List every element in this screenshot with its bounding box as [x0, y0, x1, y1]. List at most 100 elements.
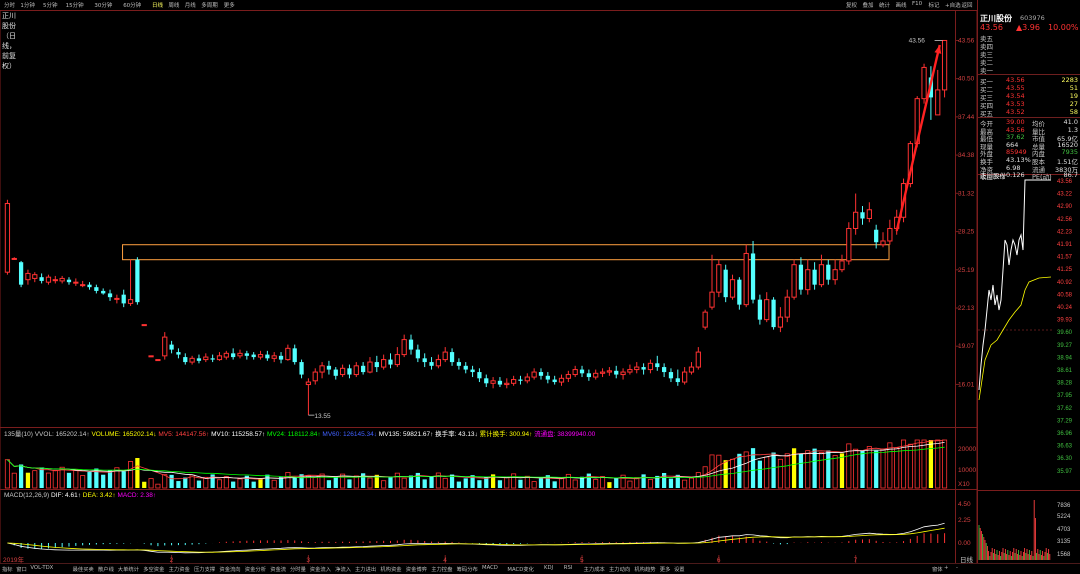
window-control-2[interactable]: - [956, 565, 958, 571]
indicator-tab-15[interactable]: 主力进出 [355, 565, 376, 573]
indicator-tab-27[interactable]: 更多 [660, 565, 671, 573]
candle-body [791, 264, 797, 298]
macd-legend-item: MACD: 2.38↑ [117, 492, 156, 499]
candle-body [558, 377, 565, 383]
price-tick-label: 40.50 [958, 76, 975, 83]
candle [511, 375, 517, 386]
indicator-tab-0[interactable]: 指标 [2, 565, 13, 573]
candle [87, 282, 92, 290]
buy-level-price: 43.54 [1006, 92, 1025, 100]
stock-code: 603976 [1020, 14, 1045, 22]
candle-body [846, 227, 852, 262]
intraday-vol-axis-label: 4703 [1057, 527, 1071, 533]
buy-level-row[interactable]: 买一 43.56 2283 [980, 76, 1078, 86]
candle-body [367, 361, 373, 373]
indicator-tab-6[interactable]: 多空资金 [143, 565, 164, 573]
buy-level-row[interactable]: 买三 43.54 19 [980, 92, 1078, 102]
indicator-tab-23[interactable]: RSI [564, 565, 573, 571]
candle-body [921, 66, 927, 100]
indicator-tab-14[interactable]: 净流入 [335, 565, 351, 573]
indicator-tab-10[interactable]: 资金分析 [245, 565, 266, 573]
main-frame [0, 10, 978, 564]
indicator-tab-9[interactable]: 资金流向 [219, 565, 240, 573]
indicator-tab-25[interactable]: 主力动向 [609, 565, 630, 573]
volume-bar [408, 475, 414, 488]
volume-bar [614, 478, 619, 488]
candle-body [312, 371, 318, 382]
sell-level-row[interactable]: 卖三 [980, 49, 1078, 59]
indicator-tab-20[interactable]: MACD [482, 565, 498, 571]
candle-body [361, 365, 366, 373]
candle-body [866, 209, 872, 220]
candle [101, 288, 106, 295]
indicator-tab-16[interactable]: 机构资金 [380, 565, 401, 573]
candle [435, 354, 441, 369]
quote-panel: 正川股份 603976 43.56 ▲3.96 10.00% 卖五 卖四 卖三 卖二 卖一 买一 43… [978, 13, 1080, 181]
candle [579, 365, 585, 378]
volume-bar [442, 477, 448, 489]
volume-bar [504, 476, 510, 489]
candle-body [798, 264, 804, 290]
indicator-tab-12[interactable]: 分时量 [290, 565, 306, 573]
candle-body [826, 264, 831, 280]
candle-body [59, 277, 65, 282]
sell-level-row[interactable]: 卖一 [980, 65, 1078, 75]
sell-level-row[interactable]: 卖二 [980, 57, 1078, 67]
candle [661, 363, 667, 378]
candle-body [121, 294, 126, 304]
candle-body [401, 339, 407, 356]
candle [169, 340, 174, 354]
indicator-tab-18[interactable]: 主力控盘 [431, 565, 452, 573]
indicator-tab-13[interactable]: 资金流入 [310, 565, 331, 573]
indicator-tab-22[interactable]: KDJ [544, 565, 553, 571]
candle-body [572, 369, 578, 376]
candle [668, 368, 674, 383]
candle-body [101, 290, 106, 294]
buy-level-row[interactable]: 买四 43.53 27 [980, 100, 1078, 110]
candle [442, 347, 448, 363]
window-control-0[interactable]: 窗体 [932, 565, 943, 573]
window-control-1[interactable]: + [944, 565, 948, 571]
candle [798, 257, 804, 295]
candle [401, 334, 407, 358]
candle [353, 362, 359, 378]
buy-level-row[interactable]: 买五 43.52 58 [980, 108, 1078, 118]
candle [141, 324, 147, 327]
indicator-tab-1[interactable]: 窗口 [16, 565, 27, 573]
intraday-axis-label: 43.56 [1057, 179, 1073, 185]
volume-bar [142, 481, 147, 488]
indicator-tab-21[interactable]: MACD变化 [507, 565, 533, 573]
volume-bar [381, 480, 387, 489]
volume-bar [921, 439, 927, 489]
indicator-tab-17[interactable]: 资金博弈 [406, 565, 427, 573]
sell-level-row[interactable]: 卖五 [980, 33, 1078, 43]
volume-bar [668, 478, 674, 488]
volume-bar [11, 472, 17, 489]
candle-body [695, 351, 701, 368]
indicator-tab-11[interactable]: 资金流 [270, 565, 286, 573]
indicator-tab-2[interactable]: VOL-TDX [30, 565, 53, 571]
candle-body [545, 375, 550, 380]
volume-bar [524, 475, 530, 489]
volume-bar [647, 478, 653, 489]
indicator-tab-7[interactable]: 主力资金 [169, 565, 190, 573]
candle [777, 307, 784, 333]
indicator-tab-19[interactable]: 筹码分布 [457, 565, 478, 573]
indicator-tab-5[interactable]: 大单统计 [118, 565, 139, 573]
sell-level-row[interactable]: 卖四 [980, 41, 1078, 51]
indicator-tab-4[interactable]: 散户线 [98, 565, 114, 573]
candle-body [210, 358, 215, 360]
volume-bar [511, 473, 517, 489]
indicator-tab-26[interactable]: 机构趋势 [634, 565, 655, 573]
candle-body [771, 299, 776, 328]
vol-ma5-line [7, 439, 945, 480]
volume-bar [518, 479, 523, 488]
kline-chart[interactable]: 43.56 40.50 37.44 34.38 31.32 28.25 25.19 22.13… [0, 0, 1080, 573]
indicator-tab-8[interactable]: 压力支撑 [194, 565, 215, 573]
candle [339, 364, 346, 378]
buy-level-row[interactable]: 买二 43.55 51 [980, 84, 1078, 94]
indicator-tab-28[interactable]: 设置 [674, 565, 685, 573]
indicator-tab-24[interactable]: 主力成本 [584, 565, 605, 573]
indicator-tab-3[interactable]: 最佳买卖 [73, 565, 94, 573]
vol-legend-item: 换手率: 43.13↓ [435, 429, 479, 438]
